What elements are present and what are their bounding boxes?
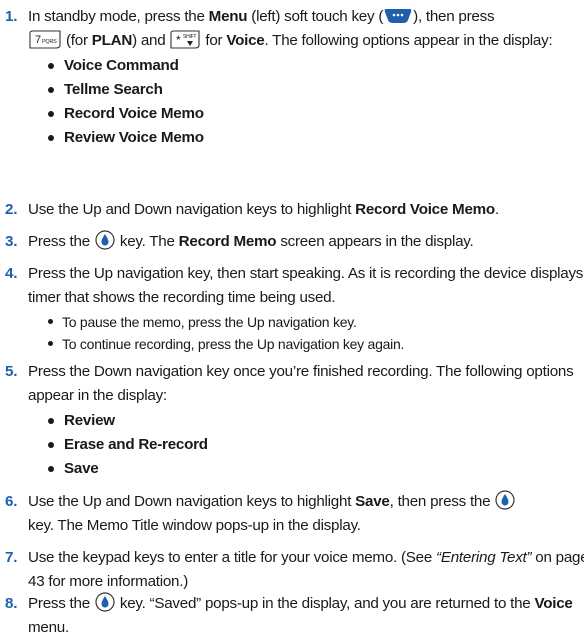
step-2: 2. Use the Up and Down navigation keys t… [0, 198, 584, 222]
ok-key-icon [495, 490, 515, 510]
list-item: To continue recording, press the Up navi… [46, 333, 584, 355]
step-1: 1. In standby mode, press the Menu (left… [0, 5, 584, 153]
svg-text:*: * [176, 33, 181, 47]
list-item: Review [46, 409, 584, 433]
step-number: 6. [5, 493, 18, 510]
step-number: 1. [5, 8, 18, 25]
ok-key-icon [95, 592, 115, 612]
recording-tips-list: To pause the memo, press the Up navigati… [46, 311, 584, 355]
step-number: 4. [5, 265, 18, 282]
list-item: Record Voice Memo [46, 102, 584, 126]
step-7: 7. Use the keypad keys to enter a title … [0, 546, 584, 594]
step-5: 5. Press the Down navigation key once yo… [0, 360, 584, 484]
svg-text:PQRS: PQRS [42, 39, 57, 45]
svg-text:SHIFT: SHIFT [183, 34, 196, 40]
step-8: 8. Press the key. “Saved” pops-up in the… [0, 592, 584, 640]
step-number: 8. [5, 595, 18, 612]
key-7-pqrs-icon: 7 PQRS [29, 30, 61, 49]
manual-page: 1. In standby mode, press the Menu (left… [0, 0, 584, 638]
menu-soft-key-icon [384, 9, 412, 23]
list-item: Voice Command [46, 54, 584, 78]
step-number: 2. [5, 201, 18, 218]
step-3: 3. Press the key. The Record Memo screen… [0, 230, 584, 254]
svg-text:7: 7 [35, 34, 41, 46]
ok-key-icon [95, 230, 115, 250]
step-number: 7. [5, 549, 18, 566]
step-4: 4. Press the Up navigation key, then sta… [0, 262, 584, 357]
list-item: Save [46, 457, 584, 481]
voice-options-list: Voice Command Tellme Search Record Voice… [46, 54, 584, 150]
star-key-icon: * SHIFT [170, 30, 200, 49]
step-number: 5. [5, 363, 18, 380]
step-number: 3. [5, 233, 18, 250]
list-item: Review Voice Memo [46, 126, 584, 150]
list-item: To pause the memo, press the Up navigati… [46, 311, 584, 333]
list-item: Erase and Re-record [46, 433, 584, 457]
record-options-list: Review Erase and Re-record Save [46, 409, 584, 481]
step-6: 6. Use the Up and Down navigation keys t… [0, 490, 584, 538]
list-item: Tellme Search [46, 78, 584, 102]
